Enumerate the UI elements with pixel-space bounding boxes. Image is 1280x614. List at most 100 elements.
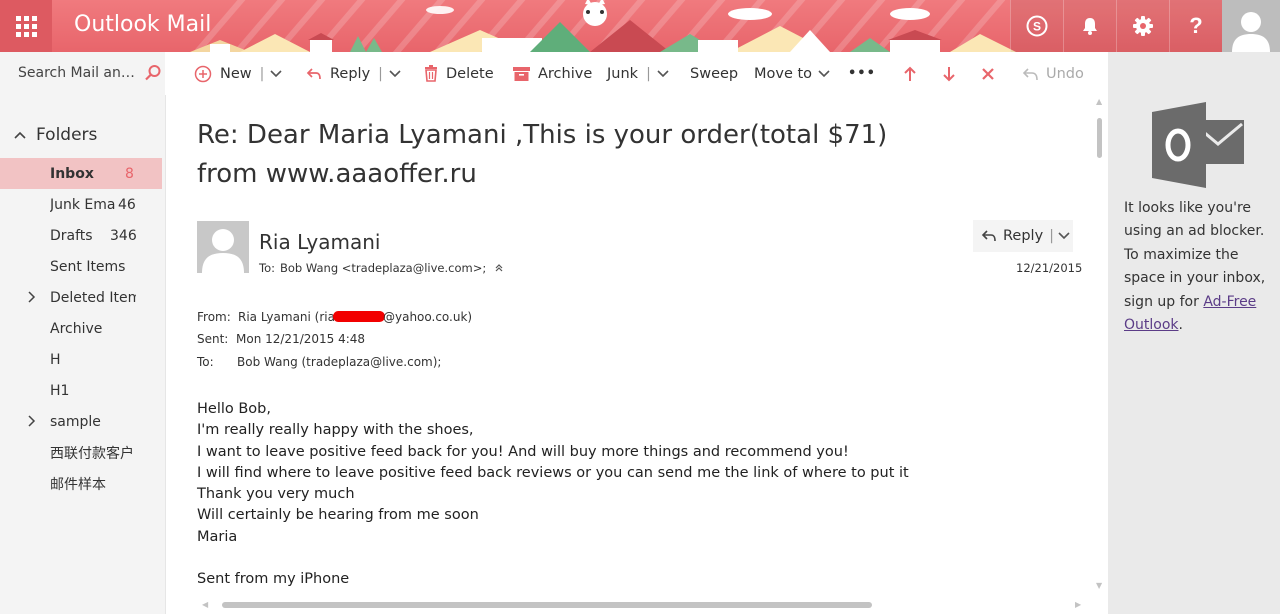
- to-value: Bob Wang (tradeplaza@live.com);: [237, 355, 442, 369]
- junk-button[interactable]: Junk |: [607, 52, 669, 95]
- sender-name[interactable]: Ria Lyamani: [259, 230, 380, 254]
- sweep-button[interactable]: Sweep: [690, 52, 738, 95]
- help-icon: ?: [1189, 13, 1203, 38]
- body-line: Hello Bob,: [197, 401, 271, 417]
- user-icon: [202, 229, 244, 273]
- reply-arrow-icon: [306, 66, 322, 82]
- scroll-left-arrow[interactable]: ◀: [202, 600, 208, 609]
- folder-item-mail-samples[interactable]: 邮件样本: [0, 468, 162, 499]
- scroll-right-arrow[interactable]: ▶: [1075, 600, 1081, 609]
- body-line: I want to leave positive feed back for y…: [197, 443, 849, 460]
- move-to-button[interactable]: Move to: [754, 52, 830, 95]
- trash-icon: [424, 65, 438, 82]
- body-line: Will certainly be hearing from me soon: [197, 507, 479, 524]
- unread-count: 8: [125, 165, 134, 182]
- archive-button[interactable]: Archive: [513, 52, 592, 95]
- message-date: 12/21/2015: [1016, 261, 1083, 275]
- search-input[interactable]: Search Mail and People: [18, 65, 140, 81]
- chevron-down-icon[interactable]: [657, 69, 669, 78]
- undo-label: Undo: [1046, 65, 1084, 82]
- chevron-down-icon: [818, 69, 830, 78]
- reply-toolbar-button[interactable]: Reply |: [306, 52, 401, 95]
- previous-message-button[interactable]: [903, 52, 917, 95]
- recipient-line: To: Bob Wang <tradeplaza@live.com>;: [259, 261, 504, 275]
- sweep-label: Sweep: [690, 65, 739, 82]
- folder-item-h1[interactable]: H1: [0, 375, 162, 406]
- waffle-icon: [15, 15, 37, 37]
- reply-arrow-icon: [981, 228, 997, 244]
- folder-item-drafts[interactable]: Drafts 346: [0, 220, 162, 251]
- scroll-down-arrow[interactable]: ▼: [1096, 581, 1102, 590]
- body-line: I will find where to leave positive feed…: [197, 464, 909, 481]
- scroll-up-arrow[interactable]: ▲: [1096, 97, 1102, 106]
- folder-label: 西联付款客户: [50, 445, 134, 462]
- user-icon: [1232, 12, 1270, 52]
- folder-label: 邮件样本: [50, 476, 106, 493]
- bell-icon: [1083, 18, 1097, 35]
- to-prefix: To:: [259, 261, 275, 275]
- horizontal-scrollbar-thumb[interactable]: [222, 602, 872, 608]
- delete-label: Delete: [446, 65, 494, 82]
- body-line: Maria: [197, 528, 238, 545]
- recipient[interactable]: Bob Wang <tradeplaza@live.com>;: [280, 261, 486, 275]
- body-line: Sent from my iPhone: [197, 571, 350, 588]
- close-icon: [982, 67, 994, 80]
- sender-avatar[interactable]: [197, 221, 249, 273]
- skype-button[interactable]: S: [1010, 0, 1063, 52]
- folder-item-sent[interactable]: Sent Items: [0, 251, 162, 282]
- from-value: Ria Lyamani (ria @yahoo.co.uk): [238, 310, 473, 324]
- reply-label: Reply: [1003, 228, 1044, 244]
- folder-item-h[interactable]: H: [0, 344, 162, 375]
- folder-item-deleted[interactable]: Deleted Items: [0, 282, 162, 313]
- reading-pane: Re: Dear Maria Lyamani ,This is your ord…: [166, 95, 1107, 614]
- svg-text:S: S: [1033, 20, 1041, 34]
- next-message-button[interactable]: [942, 52, 956, 95]
- settings-button[interactable]: [1116, 0, 1169, 52]
- item-count: 346: [110, 227, 137, 244]
- move-to-label: Move to: [754, 65, 813, 82]
- vertical-scrollbar[interactable]: ▲ ▼: [1094, 95, 1107, 614]
- folder-item-junk[interactable]: Junk Ema 46: [0, 189, 162, 220]
- folder-item-inbox[interactable]: Inbox 8: [0, 158, 162, 189]
- folder-label: Inbox: [50, 165, 94, 182]
- header-icon-group: S ?: [1010, 0, 1280, 52]
- reply-button[interactable]: Reply |: [973, 220, 1073, 252]
- folder-item-archive[interactable]: Archive: [0, 313, 162, 344]
- undo-icon: [1023, 67, 1038, 81]
- from-key: From:: [197, 310, 231, 324]
- more-actions-button[interactable]: •••: [848, 52, 876, 95]
- folder-label: Archive: [50, 320, 103, 337]
- chevron-down-icon[interactable]: [389, 69, 401, 78]
- skype-icon: S: [1026, 15, 1048, 37]
- chevron-right-icon[interactable]: [28, 291, 36, 307]
- folders-header[interactable]: Folders: [14, 125, 97, 145]
- search-box[interactable]: Search Mail and People: [0, 52, 165, 96]
- folders-label: Folders: [36, 125, 98, 145]
- undo-button[interactable]: Undo: [1023, 52, 1084, 95]
- ad-blocker-notice: It looks like you're using an ad blocker…: [1124, 200, 1266, 334]
- chevron-down-icon[interactable]: [1058, 232, 1070, 240]
- header-theme-illustration: [190, 0, 1016, 52]
- scrollbar-thumb[interactable]: [1097, 118, 1102, 158]
- chevron-right-icon[interactable]: [28, 415, 36, 431]
- message-body: Hello Bob, I'm really really happy with …: [197, 399, 909, 591]
- folder-item-western-union[interactable]: 西联付款客户: [0, 437, 162, 468]
- app-launcher-button[interactable]: [0, 0, 52, 52]
- expand-recipients-icon[interactable]: [494, 263, 504, 273]
- folder-item-sample[interactable]: sample: [0, 406, 162, 437]
- delete-button[interactable]: Delete: [424, 52, 494, 95]
- account-avatar[interactable]: [1222, 0, 1280, 52]
- close-message-button[interactable]: [981, 52, 995, 95]
- new-label: New: [220, 65, 252, 82]
- notifications-button[interactable]: [1063, 0, 1116, 52]
- folder-label: Drafts: [50, 227, 93, 244]
- sent-key: Sent:: [197, 332, 229, 346]
- body-line: I'm really really happy with the shoes,: [197, 422, 474, 439]
- folder-label: Sent Items: [50, 258, 126, 275]
- search-icon[interactable]: [144, 64, 162, 82]
- help-button[interactable]: ?: [1169, 0, 1222, 52]
- chevron-up-icon: [14, 131, 26, 139]
- junk-label: Junk: [607, 65, 639, 82]
- chevron-down-icon[interactable]: [270, 69, 282, 78]
- new-button[interactable]: New |: [194, 52, 282, 95]
